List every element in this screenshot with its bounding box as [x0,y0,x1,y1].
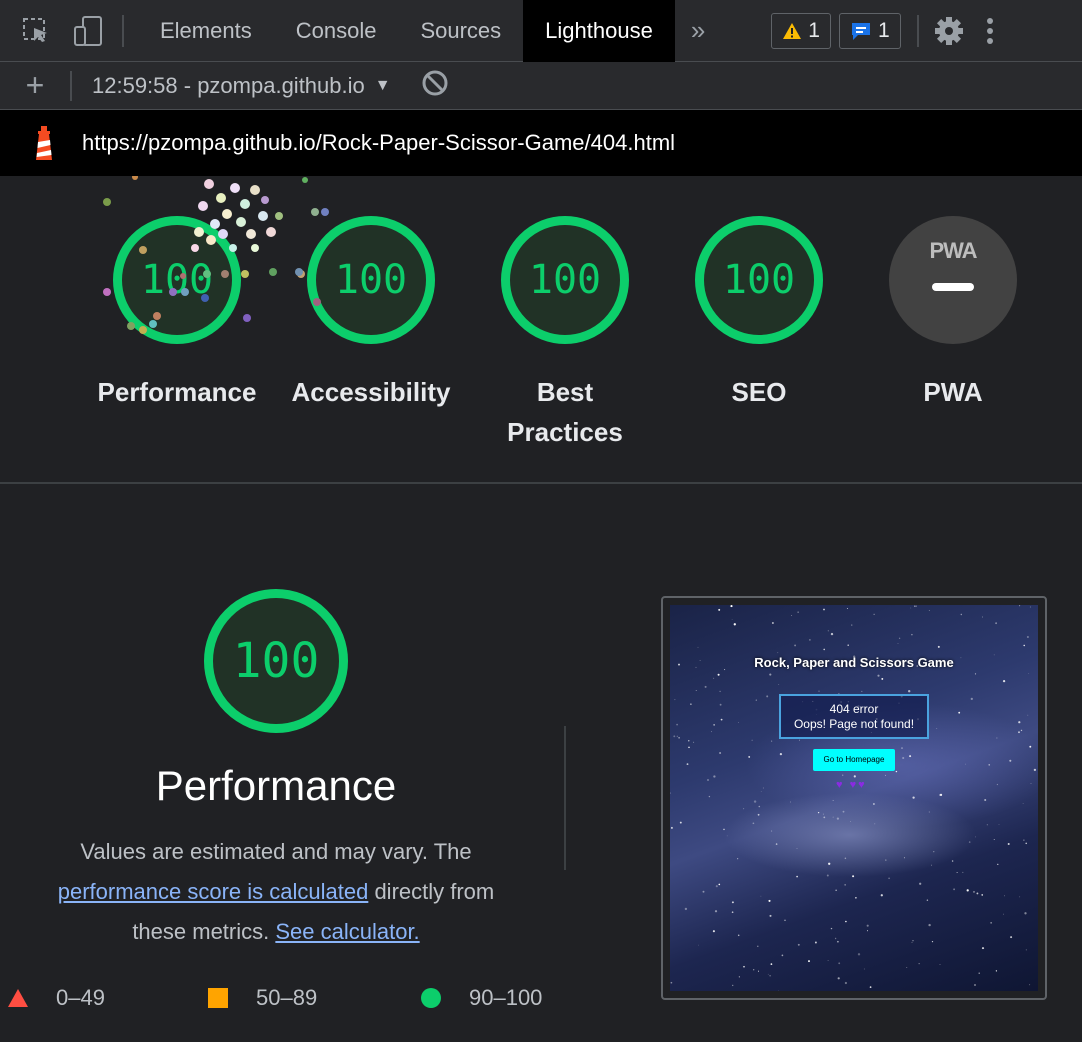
warnings-badge[interactable]: 1 [771,12,831,49]
performance-title: Performance [155,762,397,809]
new-report-button[interactable]: + [0,67,70,104]
messages-badge[interactable]: 1 [838,12,901,49]
more-tabs-button[interactable]: » [675,15,721,46]
gauge-label: SEO [731,377,787,407]
gear-icon[interactable] [929,11,969,51]
tab-console[interactable]: Console [274,0,399,62]
screenshot-page-title: Rock, Paper and Scissors Game [754,655,954,670]
gauge-score: 100 [695,216,823,344]
category-gauges: 100 Performance 100 Accessibility 100 Be… [0,176,1082,484]
score-legend: 0–49 50–89 90–100 [0,985,600,1021]
message-icon [851,22,870,40]
legend-range: 50–89 [256,985,318,1010]
section-divider [564,726,566,870]
warning-icon [783,22,802,39]
screenshot-error-message: Oops! Page not found! [793,717,915,731]
legend-pass: 90–100 [421,985,542,1011]
circle-icon [421,988,441,1008]
warnings-count: 1 [808,18,820,42]
report-selector[interactable]: 12:59:58 - pzompa.github.io ▼ [92,73,391,99]
device-toolbar-icon[interactable] [68,11,108,51]
performance-gauge-large: 100 [204,589,348,733]
screenshot-hearts: ♥ ♥♥ [836,779,867,791]
kebab-menu-icon[interactable] [975,11,1005,51]
devtools-tabbar: Elements Console Sources Lighthouse » 1 … [0,0,1082,62]
gauge-accessibility[interactable]: 100 Accessibility [271,216,471,412]
screenshot-error-box: 404 error Oops! Page not found! [779,694,929,739]
gauge-label: Performance [97,377,257,407]
gauge-best-practices[interactable]: 100 Best Practices [465,216,665,452]
pwa-badge-text: PWA [929,238,977,263]
gauge-label: PWA [923,377,983,407]
toolbar-divider [70,70,72,101]
gauge-score: 100 [501,216,629,344]
legend-range: 0–49 [56,985,105,1010]
report-url-bar: https://pzompa.github.io/Rock-Paper-Scis… [0,110,1082,176]
report-selector-label: 12:59:58 - pzompa.github.io [92,72,365,98]
legend-range: 90–100 [469,985,543,1010]
legend-fail: 0–49 [8,985,105,1011]
description-text: Values are estimated and may vary. The [80,839,472,864]
performance-description: Values are estimated and may vary. The p… [30,832,522,952]
report-url[interactable]: https://pzompa.github.io/Rock-Paper-Scis… [82,130,675,156]
gauge-label: Accessibility [291,377,451,407]
final-screenshot[interactable]: Rock, Paper and Scissors Game 404 error … [670,605,1038,991]
screenshot-error-code: 404 error [829,702,879,716]
legend-average: 50–89 [208,985,317,1011]
score-calculated-link[interactable]: performance score is calculated [58,879,369,904]
tab-elements[interactable]: Elements [138,0,274,62]
square-icon [208,988,228,1008]
toolbar-divider [916,14,919,47]
lighthouse-toolbar: + 12:59:58 - pzompa.github.io ▼ [0,62,1082,110]
see-calculator-link[interactable]: See calculator. [275,919,419,944]
gauge-score: 100 [307,216,435,344]
block-icon[interactable] [421,69,449,102]
toolbar-divider [122,14,124,47]
screenshot-homepage-button: Go to Homepage [813,749,895,771]
triangle-icon [8,989,28,1007]
tab-lighthouse[interactable]: Lighthouse [523,0,675,62]
chevron-down-icon: ▼ [374,76,391,94]
inspect-element-icon[interactable] [16,11,56,51]
lighthouse-logo-icon [36,126,52,160]
pwa-badge: PWA [889,216,1017,344]
gauge-score: 100 [113,216,241,344]
tab-sources[interactable]: Sources [398,0,523,62]
gauge-pwa[interactable]: PWA PWA [853,216,1053,412]
pwa-dash-icon [932,283,974,291]
gauge-label: Best Practices [507,377,623,447]
gauge-seo[interactable]: 100 SEO [659,216,859,412]
gauge-performance[interactable]: 100 Performance [77,216,277,412]
messages-count: 1 [877,18,890,42]
